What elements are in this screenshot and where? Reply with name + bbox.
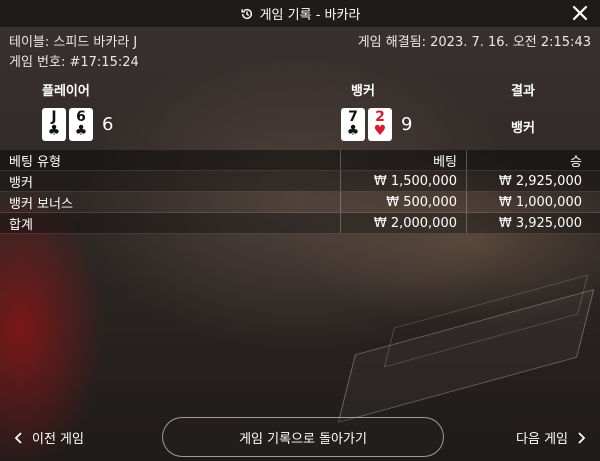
bet-type: 뱅커 보너스 (0, 191, 341, 213)
table-row-total: 합계 ₩ 2,000,000 ₩ 3,925,000 (0, 212, 600, 234)
banker-score: 9 (401, 113, 413, 135)
header-bar: 게임 기록 - 바카라 (0, 0, 600, 27)
history-icon (241, 8, 252, 19)
result-header: 결과 (511, 84, 535, 99)
total-win: ₩ 3,925,000 (466, 212, 600, 234)
prev-game-button[interactable]: 이전 게임 (14, 428, 84, 447)
chevron-right-icon (578, 431, 586, 444)
table-row: 뱅커 보너스 ₩ 500,000 ₩ 1,000,000 (0, 191, 600, 213)
bet-amount-header: 베팅 (340, 150, 467, 171)
total-label: 합계 (0, 212, 341, 234)
bet-amount: ₩ 500,000 (340, 191, 467, 213)
close-icon[interactable] (570, 3, 590, 23)
round-number: 게임 번호: #17:15:24 (9, 55, 139, 70)
prev-game-label: 이전 게임 (32, 432, 84, 447)
bets-table: 베팅 유형 베팅 승 뱅커 ₩ 1,500,000 ₩ 2,925,000 뱅커… (0, 150, 600, 234)
player-header: 플레이어 (42, 84, 90, 99)
bets-header-row: 베팅 유형 베팅 승 (0, 150, 600, 171)
win-amount: ₩ 2,925,000 (466, 170, 600, 192)
banker-card-2: 2 ♥ (368, 107, 392, 141)
player-score: 6 (102, 113, 114, 135)
table-row: 뱅커 ₩ 1,500,000 ₩ 2,925,000 (0, 170, 600, 192)
result-value: 뱅커 (511, 121, 535, 136)
bet-type: 뱅커 (0, 170, 341, 192)
back-to-history-button[interactable]: 게임 기록으로 돌아가기 (162, 417, 444, 457)
bet-type-header: 베팅 유형 (0, 150, 341, 171)
player-card-1: J ♣ (42, 107, 66, 141)
back-to-history-label: 게임 기록으로 돌아가기 (239, 431, 367, 447)
banker-hand: 7 ♣ 2 ♥ 9 (341, 106, 412, 142)
chevron-left-icon (14, 431, 22, 444)
footer-bar: 이전 게임 게임 기록으로 돌아가기 다음 게임 (0, 415, 600, 461)
win-amount: ₩ 1,000,000 (466, 191, 600, 213)
banker-card-1: 7 ♣ (341, 107, 365, 141)
page-title: 게임 기록 - 바카라 (259, 8, 361, 23)
player-card-2: 6 ♣ (69, 107, 93, 141)
next-game-button[interactable]: 다음 게임 (516, 428, 586, 447)
settled-time: 게임 해결됨: 2023. 7. 16. 오전 2:15:43 (357, 35, 591, 50)
bet-amount: ₩ 1,500,000 (340, 170, 467, 192)
table-name: 테이블: 스피드 바카라 J (9, 35, 138, 50)
player-hand: J ♣ 6 ♣ 6 (42, 106, 113, 142)
win-amount-header: 승 (466, 150, 600, 171)
banker-header: 뱅커 (351, 84, 375, 99)
next-game-label: 다음 게임 (516, 432, 568, 447)
total-bet: ₩ 2,000,000 (340, 212, 467, 234)
